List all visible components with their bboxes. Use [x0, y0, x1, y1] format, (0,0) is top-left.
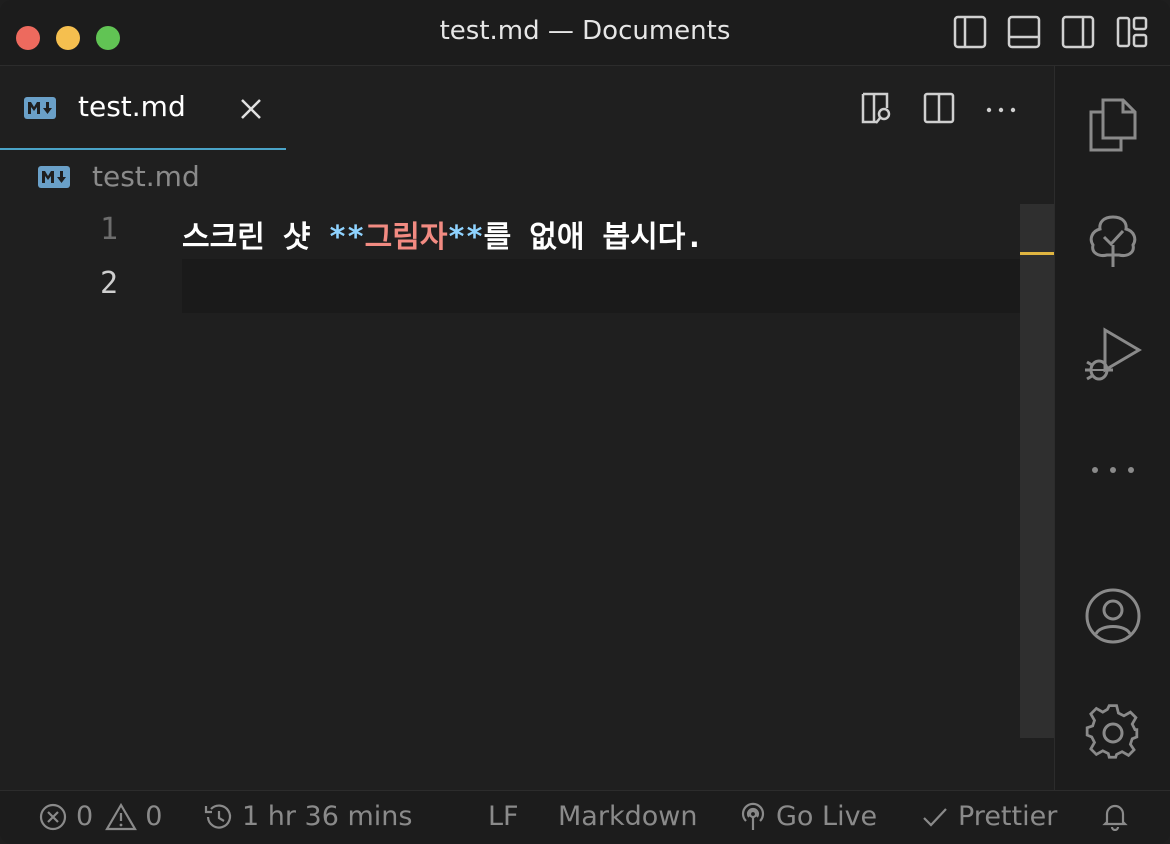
- go-live-label: Go Live: [776, 801, 878, 832]
- status-bar: 0 0 1 hr 36 mins LF Markdown Go Live Pre…: [0, 790, 1170, 844]
- split-editor-icon[interactable]: [922, 90, 956, 126]
- toggle-primary-sidebar-icon[interactable]: [952, 14, 988, 50]
- time-tracker[interactable]: 1 hr 36 mins: [202, 801, 412, 832]
- vertical-scrollbar[interactable]: [1020, 204, 1054, 738]
- text-suffix: 를 없애 봅시다.: [483, 220, 704, 255]
- bold-marker-open: **: [328, 220, 365, 255]
- line-number: 2: [99, 266, 118, 301]
- bold-marker-close: **: [447, 220, 484, 255]
- warning-count: 0: [145, 801, 163, 832]
- broadcast-icon: [741, 802, 765, 830]
- code-area[interactable]: 1 스크린 샷 **그림자**를 없애 봅시다. 2: [0, 204, 1054, 790]
- breadcrumb[interactable]: test.md: [0, 150, 1054, 204]
- markdown-icon: [24, 97, 56, 119]
- open-preview-icon[interactable]: [860, 90, 894, 126]
- vscode-window: test.md — Documents test.md test.md 1 스크…: [0, 0, 1170, 844]
- layout-controls: [952, 14, 1150, 50]
- source-tree-check-icon[interactable]: [1083, 211, 1143, 271]
- title-bar: test.md — Documents: [0, 0, 1170, 66]
- explorer-icon[interactable]: [1083, 94, 1143, 154]
- warning-icon: [105, 802, 138, 830]
- more-actions-icon[interactable]: [984, 90, 1018, 126]
- breadcrumb-label: test.md: [92, 160, 200, 193]
- code-line[interactable]: 2: [0, 258, 1020, 312]
- prettier-label: Prettier: [958, 801, 1058, 832]
- tab-bar: test.md: [0, 66, 1054, 150]
- more-views-icon[interactable]: [1083, 440, 1143, 500]
- eol-label: LF: [488, 801, 519, 832]
- text-prefix: 스크린 샷: [182, 220, 329, 255]
- history-icon: [204, 803, 232, 829]
- customize-layout-icon[interactable]: [1114, 14, 1150, 50]
- prettier-status[interactable]: Prettier: [920, 801, 1057, 832]
- problems-indicator[interactable]: 0 0: [38, 801, 162, 832]
- code-line[interactable]: 1 스크린 샷 **그림자**를 없애 봅시다.: [0, 204, 1020, 258]
- check-icon: [923, 807, 947, 827]
- tab-test-md[interactable]: test.md: [0, 66, 286, 150]
- scrollbar-cursor-marker: [1020, 252, 1054, 255]
- editor-actions: [860, 90, 1018, 126]
- error-count: 0: [76, 801, 94, 832]
- line-text: 스크린 샷 **그림자**를 없애 봅시다.: [182, 212, 703, 256]
- error-icon: [39, 803, 67, 830]
- activity-bar: [1054, 66, 1170, 790]
- accounts-icon[interactable]: [1083, 586, 1143, 646]
- toggle-secondary-sidebar-icon[interactable]: [1060, 14, 1096, 50]
- notifications-button[interactable]: [1100, 801, 1130, 831]
- go-live-button[interactable]: Go Live: [738, 801, 877, 832]
- language-mode-selector[interactable]: Markdown: [558, 801, 697, 832]
- bold-text: 그림자: [364, 220, 448, 255]
- tab-label: test.md: [78, 90, 186, 123]
- line-number: 1: [99, 212, 118, 247]
- markdown-icon: [38, 166, 70, 188]
- language-label: Markdown: [558, 801, 698, 832]
- close-tab-icon[interactable]: [236, 94, 266, 124]
- time-label: 1 hr 36 mins: [242, 801, 413, 832]
- run-and-debug-icon[interactable]: [1083, 324, 1143, 384]
- end-of-line-selector[interactable]: LF: [488, 801, 519, 832]
- bell-icon: [1102, 804, 1128, 831]
- toggle-panel-icon[interactable]: [1006, 14, 1042, 50]
- editor-group: test.md test.md 1 스크린 샷 **그림자**를 없애 봅시다.…: [0, 66, 1054, 790]
- settings-gear-icon[interactable]: [1083, 702, 1143, 762]
